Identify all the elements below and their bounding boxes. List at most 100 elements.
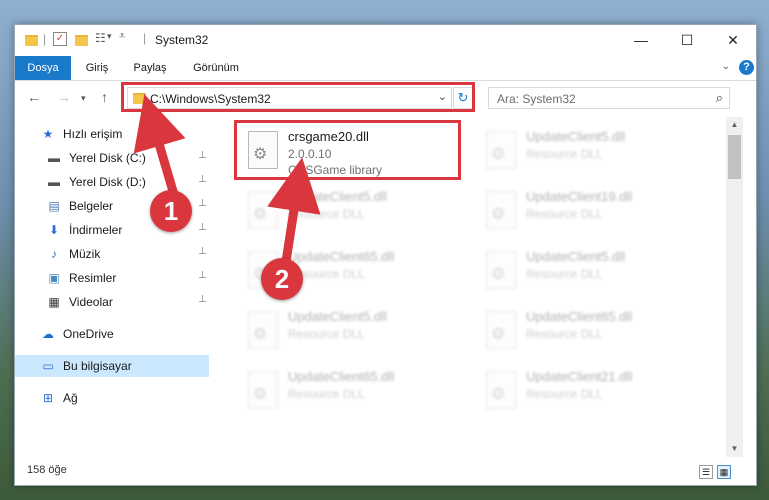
chevron-down-icon[interactable]: ⌄ [438, 90, 447, 103]
forward-arrow-icon[interactable]: → [57, 89, 71, 105]
file-name: UpdateClient65.dll [288, 249, 395, 264]
file-tile[interactable]: ⚙ UpdateClient5.dll Resource DLL [478, 123, 708, 179]
tab-paylas[interactable]: Paylaş [127, 56, 173, 80]
file-tile[interactable]: ⚙ UpdateClient5.dll Resource DLL [240, 183, 470, 239]
file-description: Resource DLL [526, 327, 603, 341]
sidebar-item-label: Yerel Disk (C:) [69, 151, 146, 165]
sidebar-item[interactable]: ▣ Resimler ⊥ [15, 267, 209, 289]
file-description: Resource DLL [526, 267, 603, 281]
file-description: Resource DLL [288, 207, 365, 221]
gear-icon: ⚙ [253, 206, 268, 223]
pin-icon[interactable]: ⊥ [198, 174, 207, 185]
drive-icon: ▬ [48, 151, 60, 165]
folder-icon [25, 35, 38, 46]
file-tile[interactable]: ⚙ UpdateClient65.dll Resource DLL [478, 303, 708, 359]
dll-file-icon: ⚙ [486, 191, 516, 229]
window-title: System32 [155, 33, 209, 47]
search-icon[interactable]: ⌕ [716, 90, 723, 106]
sidebar-item[interactable]: ▬ Yerel Disk (D:) ⊥ [15, 171, 209, 193]
drive-icon: ▬ [48, 175, 60, 189]
address-path[interactable]: C:\Windows\System32 [150, 92, 271, 106]
gear-icon: ⚙ [491, 206, 506, 223]
search-box[interactable]: Ara: System32 ⌕ [488, 87, 730, 109]
large-icons-view-icon[interactable]: ▦ [717, 465, 731, 479]
dll-file-icon: ⚙ [248, 131, 278, 169]
file-description: Resource DLL [526, 207, 603, 221]
tab-giris[interactable]: Giriş [77, 56, 117, 80]
maximize-button[interactable]: ☐ [664, 25, 710, 56]
file-description: Resource DLL [526, 147, 603, 161]
file-tile[interactable]: ⚙ UpdateClient65.dll Resource DLL [240, 363, 470, 419]
file-description: Resource DLL [288, 327, 365, 341]
separator: | [43, 32, 47, 46]
sidebar-item[interactable]: ☁ OneDrive [15, 323, 209, 345]
pin-icon[interactable]: ⊥ [198, 198, 207, 209]
scroll-up-icon[interactable]: ▲ [726, 117, 743, 133]
vertical-scrollbar[interactable]: ▲ ▼ [726, 117, 743, 457]
music-icon: ♪ [51, 247, 57, 261]
back-arrow-icon[interactable]: ← [27, 89, 41, 105]
recent-locations-icon[interactable]: ▾ [81, 93, 86, 104]
minimize-button[interactable]: — [618, 25, 664, 56]
sidebar-item-label: Hızlı erişim [63, 127, 123, 141]
file-name: UpdateClient65.dll [288, 369, 395, 384]
separator: | [143, 31, 147, 45]
pin-icon[interactable]: ⊥ [198, 246, 207, 257]
file-tile[interactable]: ⚙ UpdateClient5.dll Resource DLL [478, 243, 708, 299]
pictures-icon: ▣ [48, 271, 60, 285]
customize-icon[interactable]: ☷ [95, 31, 106, 47]
expand-ribbon-icon[interactable]: ⌄ [722, 61, 730, 72]
pin-icon[interactable]: ⊥ [198, 270, 207, 281]
scroll-down-icon[interactable]: ▼ [726, 441, 743, 457]
callout-two: 2 [261, 258, 303, 300]
sidebar-item[interactable]: ▭ Bu bilgisayar [15, 355, 209, 377]
file-description: Resource DLL [288, 387, 365, 401]
search-placeholder: Ara: System32 [497, 92, 576, 106]
scrollbar-thumb[interactable] [728, 135, 741, 179]
details-view-icon[interactable]: ☰ [699, 465, 713, 479]
chevron-down-icon[interactable]: ▾ [107, 31, 112, 47]
sidebar-item-label: Yerel Disk (D:) [69, 175, 146, 189]
computer-icon: ▭ [42, 359, 54, 373]
sidebar-item[interactable]: ⊞ Ağ [15, 387, 209, 409]
sidebar-item-label: İndirmeler [69, 223, 123, 237]
cloud-icon: ☁ [42, 327, 54, 341]
help-icon[interactable]: ? [739, 60, 754, 75]
refresh-icon[interactable]: ↻ [453, 87, 473, 109]
sidebar-item-label: Ağ [63, 391, 78, 405]
file-tile[interactable]: ⚙ UpdateClient21.dll Resource DLL [478, 363, 708, 419]
file-name: UpdateClient5.dll [288, 309, 388, 324]
close-button[interactable]: ✕ [710, 25, 756, 56]
sidebar-item-label: Belgeler [69, 199, 114, 213]
address-bar[interactable]: C:\Windows\System32 ⌄ [127, 87, 452, 109]
sidebar-item[interactable]: ▦ Videolar ⊥ [15, 291, 209, 313]
item-count: 158 öğe [27, 464, 67, 476]
dll-file-icon: ⚙ [486, 311, 516, 349]
pin-icon[interactable]: ⊥ [198, 150, 207, 161]
up-arrow-icon[interactable]: ↑ [101, 89, 108, 105]
sidebar-item-label: Videolar [69, 295, 113, 309]
new-folder-icon[interactable] [75, 35, 88, 46]
sidebar-item[interactable]: ▬ Yerel Disk (C:) ⊥ [15, 147, 209, 169]
pin-icon[interactable]: ⊥ [198, 294, 207, 305]
pin-icon[interactable]: ⊥ [198, 222, 207, 233]
tab-dosya[interactable]: Dosya [15, 56, 71, 80]
sidebar-item[interactable]: ★ Hızlı erişim [15, 123, 209, 145]
gear-icon: ⚙ [491, 266, 506, 283]
file-tile-crsgame20[interactable]: ⚙ crsgame20.dll 2.0.0.10 CRSGame library [240, 123, 470, 179]
file-description: Resource DLL [526, 387, 603, 401]
sidebar-item[interactable]: ♪ Müzik ⊥ [15, 243, 209, 265]
dll-file-icon: ⚙ [248, 311, 278, 349]
file-tile[interactable]: ⚙ UpdateClient5.dll Resource DLL [240, 303, 470, 359]
file-tile[interactable]: ⚙ UpdateClient19.dll Resource DLL [478, 183, 708, 239]
quick-access-dropdown-icon[interactable]: ⩡ [119, 30, 125, 46]
gear-icon: ⚙ [491, 326, 506, 343]
title-bar: | ✓ ☷ ▾ ⩡ | System32 — ☐ ✕ [15, 25, 756, 56]
file-name: UpdateClient5.dll [526, 249, 626, 264]
dll-file-icon: ⚙ [248, 371, 278, 409]
document-icon: ▤ [48, 199, 60, 213]
properties-icon[interactable]: ✓ [53, 32, 67, 46]
tab-gorunum[interactable]: Görünüm [185, 56, 247, 80]
video-icon: ▦ [48, 295, 60, 309]
download-icon: ⬇ [48, 223, 60, 237]
